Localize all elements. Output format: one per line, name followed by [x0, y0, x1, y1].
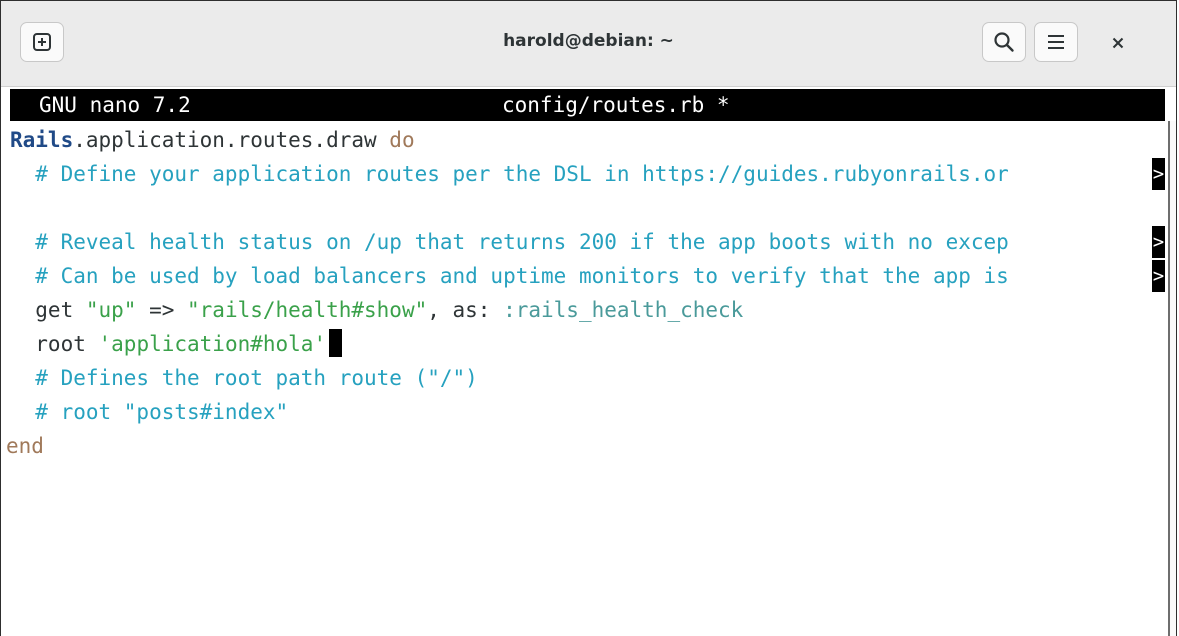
close-button[interactable] — [1107, 32, 1129, 54]
code-line-6: get "up" => "rails/health#show", as: :ra… — [10, 293, 743, 327]
code-line-1: Rails.application.routes.draw do — [10, 123, 415, 157]
code-line-10: end — [6, 434, 44, 458]
close-icon — [1112, 37, 1124, 49]
line-overflow-marker: > — [1152, 226, 1165, 258]
menu-button[interactable] — [1034, 22, 1078, 62]
code-token: , as: — [427, 298, 504, 322]
code-token: => — [136, 298, 188, 322]
code-token: "up" — [85, 298, 137, 322]
text-cursor — [329, 329, 343, 357]
nano-version: GNU nano 7.2 — [39, 93, 191, 117]
code-line-8: # Defines the root path route ("/") — [10, 366, 478, 390]
nano-filename: config/routes.rb * — [502, 93, 730, 117]
code-token: do — [389, 128, 415, 152]
terminal-content[interactable]: GNU nano 7.2 config/routes.rb * Rails.ap… — [1, 87, 1176, 636]
line-overflow-marker: > — [1152, 260, 1165, 292]
code-token: Rails — [10, 128, 74, 152]
code-line-2: # Define your application routes per the… — [10, 162, 1009, 186]
code-token: .application.routes.draw — [73, 128, 390, 152]
hamburger-menu-icon — [1048, 35, 1064, 49]
code-token: 'application#hola' — [98, 332, 327, 356]
code-line-9: # root "posts#index" — [10, 400, 289, 424]
line-overflow-marker: > — [1152, 158, 1165, 190]
code-token: "rails/health#show" — [187, 298, 428, 322]
code-token: :rails_health_check — [503, 298, 744, 322]
code-token: root — [10, 332, 99, 356]
search-icon — [994, 32, 1014, 52]
nano-title-bar: GNU nano 7.2 config/routes.rb * — [10, 89, 1165, 121]
terminal-window: harold@debian: ~ GNU nano 7.2 config/rou… — [0, 0, 1177, 636]
code-line-7: root 'application#hola' — [10, 327, 343, 361]
search-button[interactable] — [982, 22, 1026, 62]
code-line-5: # Can be used by load balancers and upti… — [10, 264, 1009, 288]
code-token: get — [10, 298, 86, 322]
vertical-scrollbar[interactable] — [1168, 121, 1176, 636]
header-bar: harold@debian: ~ — [1, 1, 1176, 87]
code-line-4: # Reveal health status on /up that retur… — [10, 230, 1009, 254]
